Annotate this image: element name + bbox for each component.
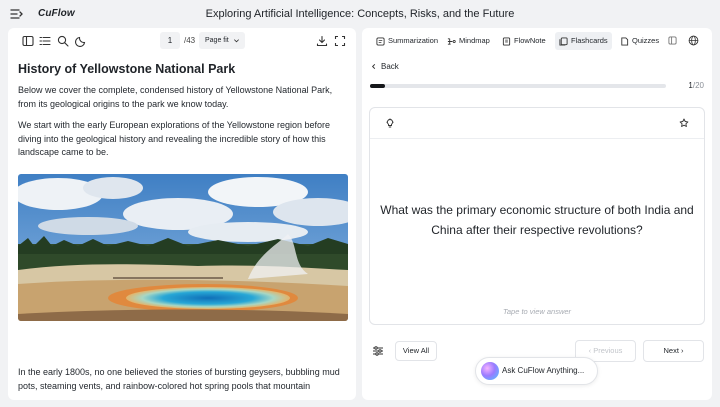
flip-hint: Tape to view answer [502,307,572,316]
flownote-icon [502,36,511,46]
back-button[interactable]: Back [370,62,399,71]
tab-label: Quizzes [632,36,660,45]
tab-flashcards[interactable]: Flashcards [555,32,612,50]
yellowstone-hot-spring-photo [18,174,348,321]
star-icon[interactable] [679,118,689,128]
list-icon[interactable] [39,35,51,47]
ask-assistant-label: Ask CuFlow Anything... [502,366,585,375]
document-paragraph: In the early 1800s, no one believed the … [18,367,340,391]
flashcard[interactable]: What was the primary economic structure … [369,107,705,325]
quizzes-icon [621,36,629,46]
dark-mode-icon[interactable] [75,35,87,47]
chevron-left-icon [371,63,376,70]
document-viewer: 1 /43 Page fit History of Yellowstone Na… [8,28,356,400]
flashcard-progress-fill [370,84,385,88]
next-label: Next [663,346,679,355]
view-all-button[interactable]: View All [395,341,437,361]
flashcard-counter: 1/20 [688,81,704,90]
page-total: /43 [184,36,196,45]
globe-icon[interactable] [688,35,699,46]
document-title: Exploring Artificial Intelligence: Conce… [205,8,515,20]
tab-summarization[interactable]: Summarization [372,32,442,50]
tab-quizzes[interactable]: Quizzes [616,32,663,50]
tab-flownote[interactable]: FlowNote [498,32,550,50]
flashcards-icon [559,36,568,46]
document-paragraph: Below we cover the complete, condensed h… [18,85,333,109]
search-icon[interactable] [57,35,69,47]
tool-tabs: Summarization Mindmap FlowNote Flashcard… [362,28,712,54]
tab-label: Flashcards [571,36,608,45]
tab-mindmap[interactable]: Mindmap [443,32,494,50]
download-icon[interactable] [316,35,328,47]
fullscreen-icon[interactable] [334,35,346,47]
previous-label: Previous [593,346,623,355]
summarization-icon [376,36,385,46]
viewer-toolbar: 1 /43 Page fit [8,28,356,54]
tab-label: FlowNote [514,36,546,45]
tab-label: Summarization [388,36,439,45]
tab-label: Mindmap [459,36,490,45]
zoom-fit-label: Page fit [205,37,229,44]
next-button[interactable]: Next › [643,340,704,362]
chevron-right-icon: › [678,346,684,355]
flashcard-progress-bar [370,84,666,88]
sliders-icon[interactable] [372,345,384,357]
mindmap-icon [447,37,456,45]
flashcard-question: What was the primary economic structure … [380,203,694,237]
document-paragraph: We start with the early European explora… [18,120,331,157]
ask-assistant-button[interactable]: Ask CuFlow Anything... [475,357,598,385]
zoom-fit-select[interactable]: Page fit [199,32,245,49]
study-tools-panel: Summarization Mindmap FlowNote Flashcard… [362,28,712,400]
lightbulb-icon[interactable] [385,118,395,128]
document-heading: History of Yellowstone National Park [18,62,236,76]
assistant-orb-icon [481,362,499,380]
sidebar-toggle-icon[interactable] [22,35,34,47]
chevron-down-icon [234,39,239,43]
card-divider [370,138,704,139]
counter-total: /20 [692,81,704,90]
document-content: History of Yellowstone National Park Bel… [18,62,348,168]
top-bar: CuFlow Exploring Artificial Intelligence… [0,0,720,28]
more-tabs-icon[interactable] [668,36,677,45]
page-number-input[interactable]: 1 [160,32,180,49]
back-label: Back [381,62,399,71]
